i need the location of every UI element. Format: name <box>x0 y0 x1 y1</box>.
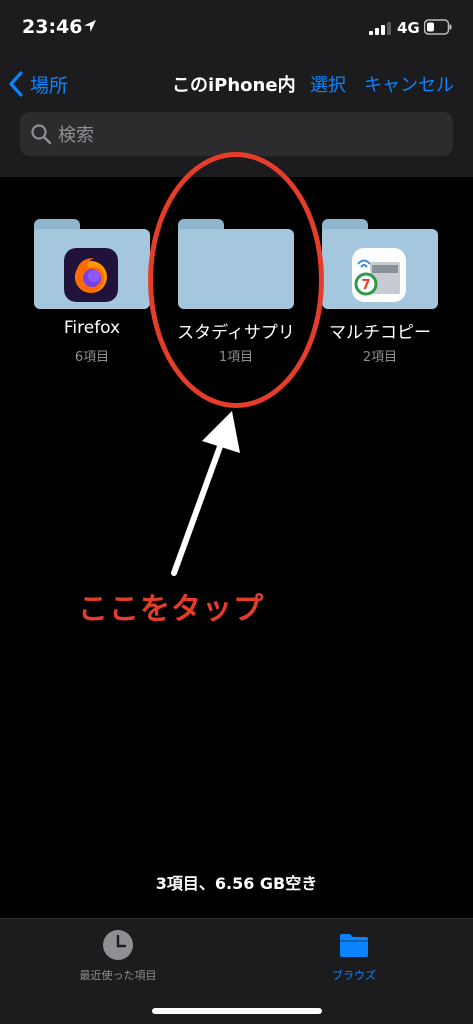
folder-multicopy[interactable]: 7 マルチコピー 2項目 <box>322 215 438 365</box>
tab-recent[interactable]: 最近使った項目 <box>48 929 188 983</box>
folder-name: マルチコピー <box>329 323 431 343</box>
tab-recent-label: 最近使った項目 <box>79 969 157 982</box>
tab-browse-label: ブラウズ <box>332 969 376 982</box>
highlight-circle <box>148 152 324 408</box>
home-indicator <box>152 1008 322 1014</box>
status-time: 23:46 <box>22 16 83 38</box>
back-button-label: 場所 <box>30 74 69 97</box>
annotation-text: ここをタップ <box>78 592 264 627</box>
multicopy-app-icon: 7 <box>352 248 406 302</box>
storage-info: 3項目、6.56 GB空き <box>155 874 318 893</box>
header-area: 23:46 4G 場所 このiPhone内 選択 キャンセル 検索 <box>0 0 473 177</box>
signal-bars-icon <box>369 22 391 35</box>
page-title: このiPhone内 <box>172 75 296 96</box>
select-button[interactable]: 選択 <box>310 71 346 97</box>
status-bar: 23:46 4G <box>0 0 473 56</box>
folder-icon: 7 <box>322 215 438 309</box>
folder-firefox[interactable]: Firefox 6項目 <box>34 215 150 365</box>
location-arrow-icon <box>84 20 96 32</box>
svg-text:7: 7 <box>361 278 370 293</box>
search-input[interactable]: 検索 <box>20 112 453 156</box>
tab-browse[interactable]: ブラウズ <box>284 929 424 983</box>
annotation-arrow-icon <box>171 411 240 576</box>
folder-item-count: 6項目 <box>74 350 110 365</box>
battery-icon <box>424 19 452 35</box>
network-type: 4G <box>397 19 420 37</box>
folder-icon <box>340 934 368 957</box>
search-icon <box>31 124 52 145</box>
clock-icon <box>103 930 133 960</box>
back-button[interactable]: 場所 <box>8 66 68 102</box>
folder-name: Firefox <box>63 318 121 338</box>
chevron-left-icon <box>9 71 23 97</box>
firefox-app-icon <box>64 248 118 302</box>
folder-item-count: 2項目 <box>362 350 398 365</box>
folder-icon <box>34 215 150 309</box>
search-placeholder: 検索 <box>58 125 94 146</box>
cancel-button[interactable]: キャンセル <box>364 71 454 97</box>
navigation-bar: 場所 このiPhone内 選択 キャンセル <box>0 62 473 106</box>
